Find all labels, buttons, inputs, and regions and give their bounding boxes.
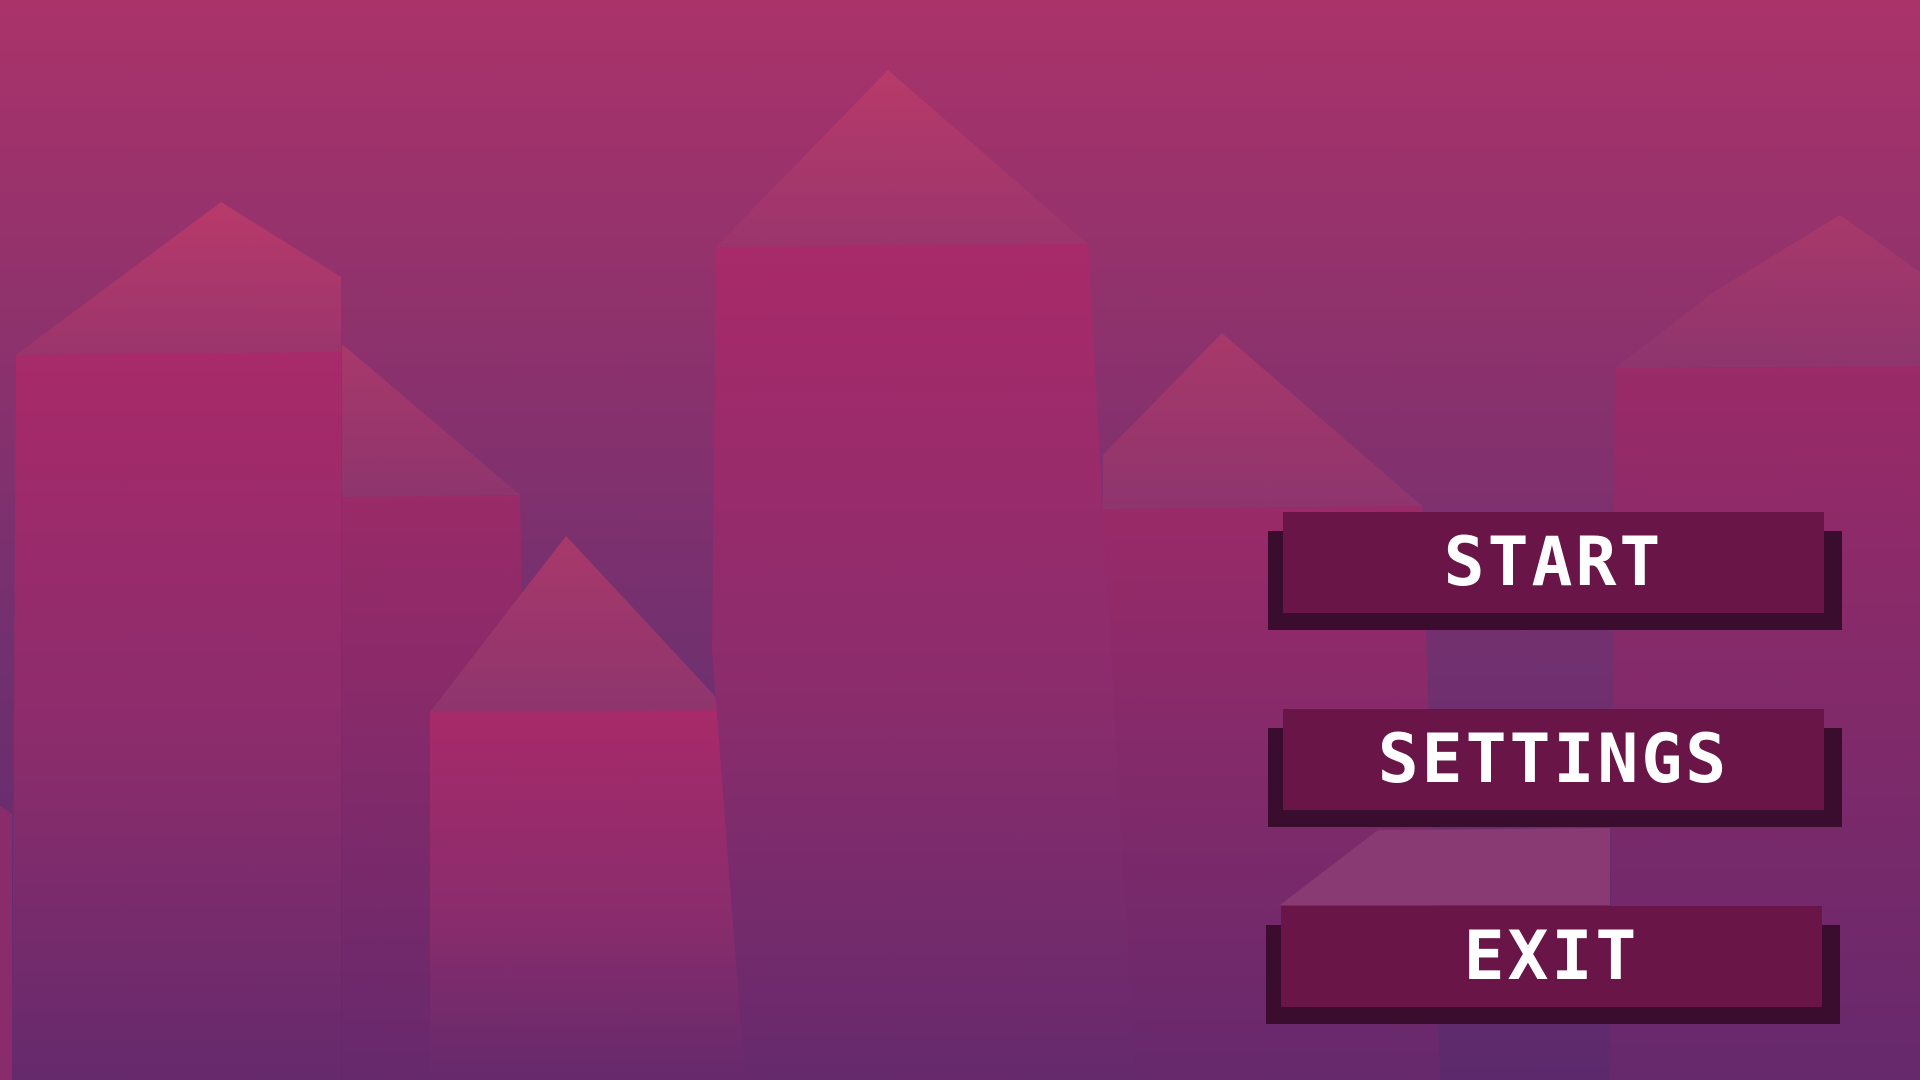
exit-button-label: EXIT (1463, 916, 1640, 996)
settings-button-label: SETTINGS (1377, 719, 1730, 799)
building (430, 710, 745, 1080)
exit-button[interactable]: EXIT (1266, 906, 1840, 1024)
button-face[interactable]: SETTINGS (1283, 709, 1824, 810)
building (0, 806, 12, 1080)
building (12, 352, 341, 1080)
start-button[interactable]: START (1268, 512, 1842, 630)
start-button-label: START (1443, 522, 1664, 602)
settings-button[interactable]: SETTINGS (1268, 709, 1842, 827)
button-face[interactable]: EXIT (1281, 906, 1822, 1007)
button-face[interactable]: START (1283, 512, 1824, 613)
building (712, 244, 1135, 1080)
